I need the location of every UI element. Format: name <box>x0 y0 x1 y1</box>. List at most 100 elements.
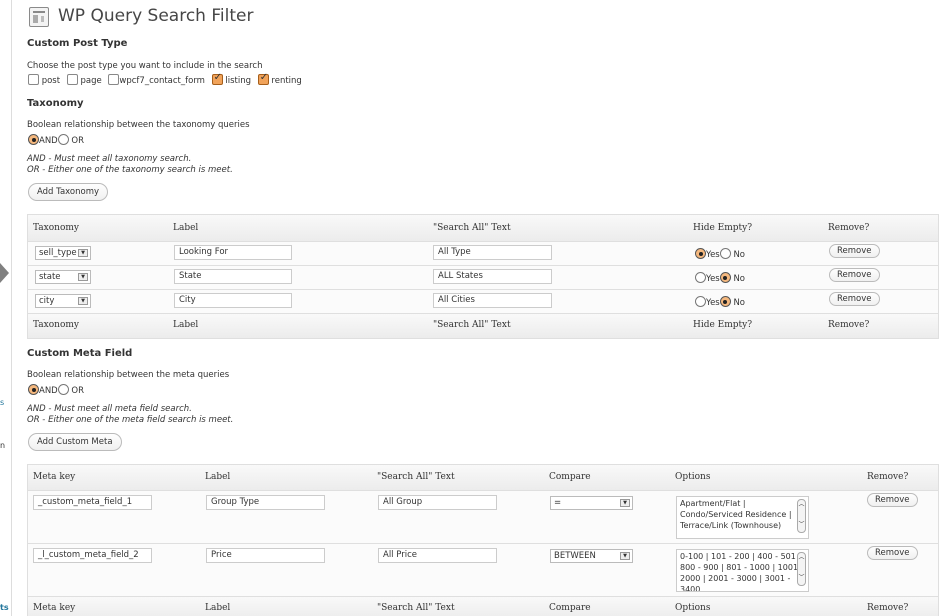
meta-key-input[interactable]: _custom_meta_field_1 <box>33 495 152 510</box>
taxonomy-select[interactable]: sell_type ▼ <box>35 246 91 260</box>
meta-note-or: OR - Either one of the meta field search… <box>27 415 234 425</box>
options-textarea[interactable]: 0-100 | 101 - 200 | 400 - 501 | 800 - 90… <box>676 549 809 592</box>
checkbox[interactable] <box>108 74 120 85</box>
yes-radio[interactable] <box>695 272 706 283</box>
admin-menu-fragment[interactable]: s <box>0 398 4 407</box>
taxonomy-note-and: AND - Must meet all taxonomy search. <box>27 154 192 164</box>
column-footer[interactable]: "Search All" Text <box>433 320 511 330</box>
post-type-option-wpcf7[interactable]: wpcf7_contact_form <box>108 74 205 86</box>
yes-radio[interactable] <box>695 248 706 259</box>
add-custom-meta-button[interactable]: Add Custom Meta <box>28 433 122 451</box>
post-type-option-page[interactable]: page <box>66 74 102 86</box>
admin-menu-fragment[interactable]: ts <box>0 603 9 612</box>
checkbox[interactable] <box>28 74 39 85</box>
scrollbar[interactable]: ︿ ﹀ <box>797 499 806 533</box>
column-header[interactable]: Meta key <box>33 472 75 482</box>
label-input[interactable]: Group Type <box>206 495 325 510</box>
column-footer[interactable]: Options <box>675 603 710 613</box>
taxonomy-note-or: OR - Either one of the taxonomy search i… <box>27 165 233 175</box>
admin-menu-fragment[interactable]: n <box>0 441 5 450</box>
meta-note-and: AND - Must meet all meta field search. <box>27 404 192 414</box>
meta-or-radio[interactable] <box>57 384 69 395</box>
column-header[interactable]: Compare <box>549 472 591 482</box>
page-title: WP Query Search Filter <box>58 6 254 26</box>
post-type-option-renting[interactable]: renting <box>257 72 302 86</box>
table-footer <box>28 597 938 616</box>
compare-select[interactable]: BETWEEN ▼ <box>550 549 633 563</box>
label-input[interactable]: Price <box>206 548 325 563</box>
remove-button[interactable]: Remove <box>867 493 918 507</box>
taxonomy-or-radio[interactable] <box>57 134 69 145</box>
search-all-input[interactable]: All Type <box>433 245 552 260</box>
column-header[interactable]: Remove? <box>828 223 869 233</box>
remove-button[interactable]: Remove <box>829 292 880 306</box>
column-header[interactable]: "Search All" Text <box>433 223 511 233</box>
taxonomy-and-radio[interactable] <box>28 134 39 145</box>
search-all-input[interactable]: ALL States <box>433 269 552 284</box>
scrollbar[interactable]: ︿ ﹀ <box>797 552 806 586</box>
column-footer[interactable]: Hide Empty? <box>693 320 752 330</box>
taxonomy-select[interactable]: city ▼ <box>35 294 91 308</box>
remove-button[interactable]: Remove <box>829 268 880 282</box>
no-radio[interactable] <box>719 248 731 259</box>
compare-select[interactable]: = ▼ <box>550 496 633 510</box>
meta-heading: Custom Meta Field <box>27 348 133 359</box>
label-input[interactable]: Looking For <box>174 245 292 260</box>
taxonomy-relation-radios: AND OR <box>28 134 84 146</box>
post-type-option-listing[interactable]: listing <box>211 72 251 86</box>
meta-key-input[interactable]: _l_custom_meta_field_2 <box>33 548 152 563</box>
taxonomy-relation-label: Boolean relationship between the taxonom… <box>27 120 250 130</box>
current-menu-arrow <box>0 263 9 283</box>
meta-and-label: AND <box>39 386 58 396</box>
remove-button[interactable]: Remove <box>867 546 918 560</box>
chevron-down-icon: ▼ <box>620 552 630 560</box>
no-radio[interactable] <box>719 272 731 283</box>
taxonomy-table: Taxonomy Label "Search All" Text Hide Em… <box>27 214 939 339</box>
column-header[interactable]: Label <box>205 472 230 482</box>
search-all-input[interactable]: All Cities <box>433 293 552 308</box>
taxonomy-select[interactable]: state ▼ <box>35 270 91 284</box>
meta-table: Meta key Label "Search All" Text Compare… <box>27 464 939 616</box>
table-header <box>28 465 938 490</box>
column-footer[interactable]: Compare <box>549 603 591 613</box>
column-footer[interactable]: Taxonomy <box>33 320 79 330</box>
no-radio[interactable] <box>719 296 731 307</box>
column-footer[interactable]: Remove? <box>828 320 869 330</box>
meta-relation-label: Boolean relationship between the meta qu… <box>27 370 230 380</box>
label-input[interactable]: State <box>174 269 292 284</box>
post-type-heading: Custom Post Type <box>27 38 128 49</box>
settings-page-icon <box>29 7 49 27</box>
taxonomy-and-label: AND <box>39 136 58 146</box>
meta-or-label: OR <box>71 386 85 396</box>
search-all-input[interactable]: All Price <box>378 548 497 563</box>
meta-and-radio[interactable] <box>28 384 39 395</box>
column-footer[interactable]: Label <box>205 603 230 613</box>
post-type-description: Choose the post type you want to include… <box>27 61 263 71</box>
column-footer[interactable]: Remove? <box>867 603 908 613</box>
column-footer[interactable]: Label <box>173 320 198 330</box>
add-taxonomy-button[interactable]: Add Taxonomy <box>28 183 109 201</box>
chevron-down-icon: ▼ <box>78 297 88 305</box>
column-footer[interactable]: Meta key <box>33 603 75 613</box>
checkbox-checked[interactable] <box>257 72 269 85</box>
column-header[interactable]: Taxonomy <box>33 223 79 233</box>
search-all-input[interactable]: All Group <box>378 495 497 510</box>
options-textarea[interactable]: Apartment/Flat | Condo/Serviced Residenc… <box>676 496 809 539</box>
checkbox[interactable] <box>66 74 78 85</box>
hide-empty-options: Yes No <box>695 248 745 260</box>
column-header[interactable]: Hide Empty? <box>693 223 752 233</box>
column-footer[interactable]: "Search All" Text <box>377 603 455 613</box>
column-header[interactable]: "Search All" Text <box>377 472 455 482</box>
taxonomy-or-label: OR <box>71 136 85 146</box>
chevron-down-icon: ▼ <box>78 273 88 281</box>
remove-button[interactable]: Remove <box>829 244 880 258</box>
column-header[interactable]: Label <box>173 223 198 233</box>
checkbox-checked[interactable] <box>211 72 223 85</box>
column-header[interactable]: Remove? <box>867 472 908 482</box>
label-input[interactable]: City <box>174 293 292 308</box>
hide-empty-options: Yes No <box>695 296 745 308</box>
yes-radio[interactable] <box>695 296 706 307</box>
column-header[interactable]: Options <box>675 472 710 482</box>
post-type-option-post[interactable]: post <box>28 74 60 86</box>
meta-relation-radios: AND OR <box>28 384 84 396</box>
